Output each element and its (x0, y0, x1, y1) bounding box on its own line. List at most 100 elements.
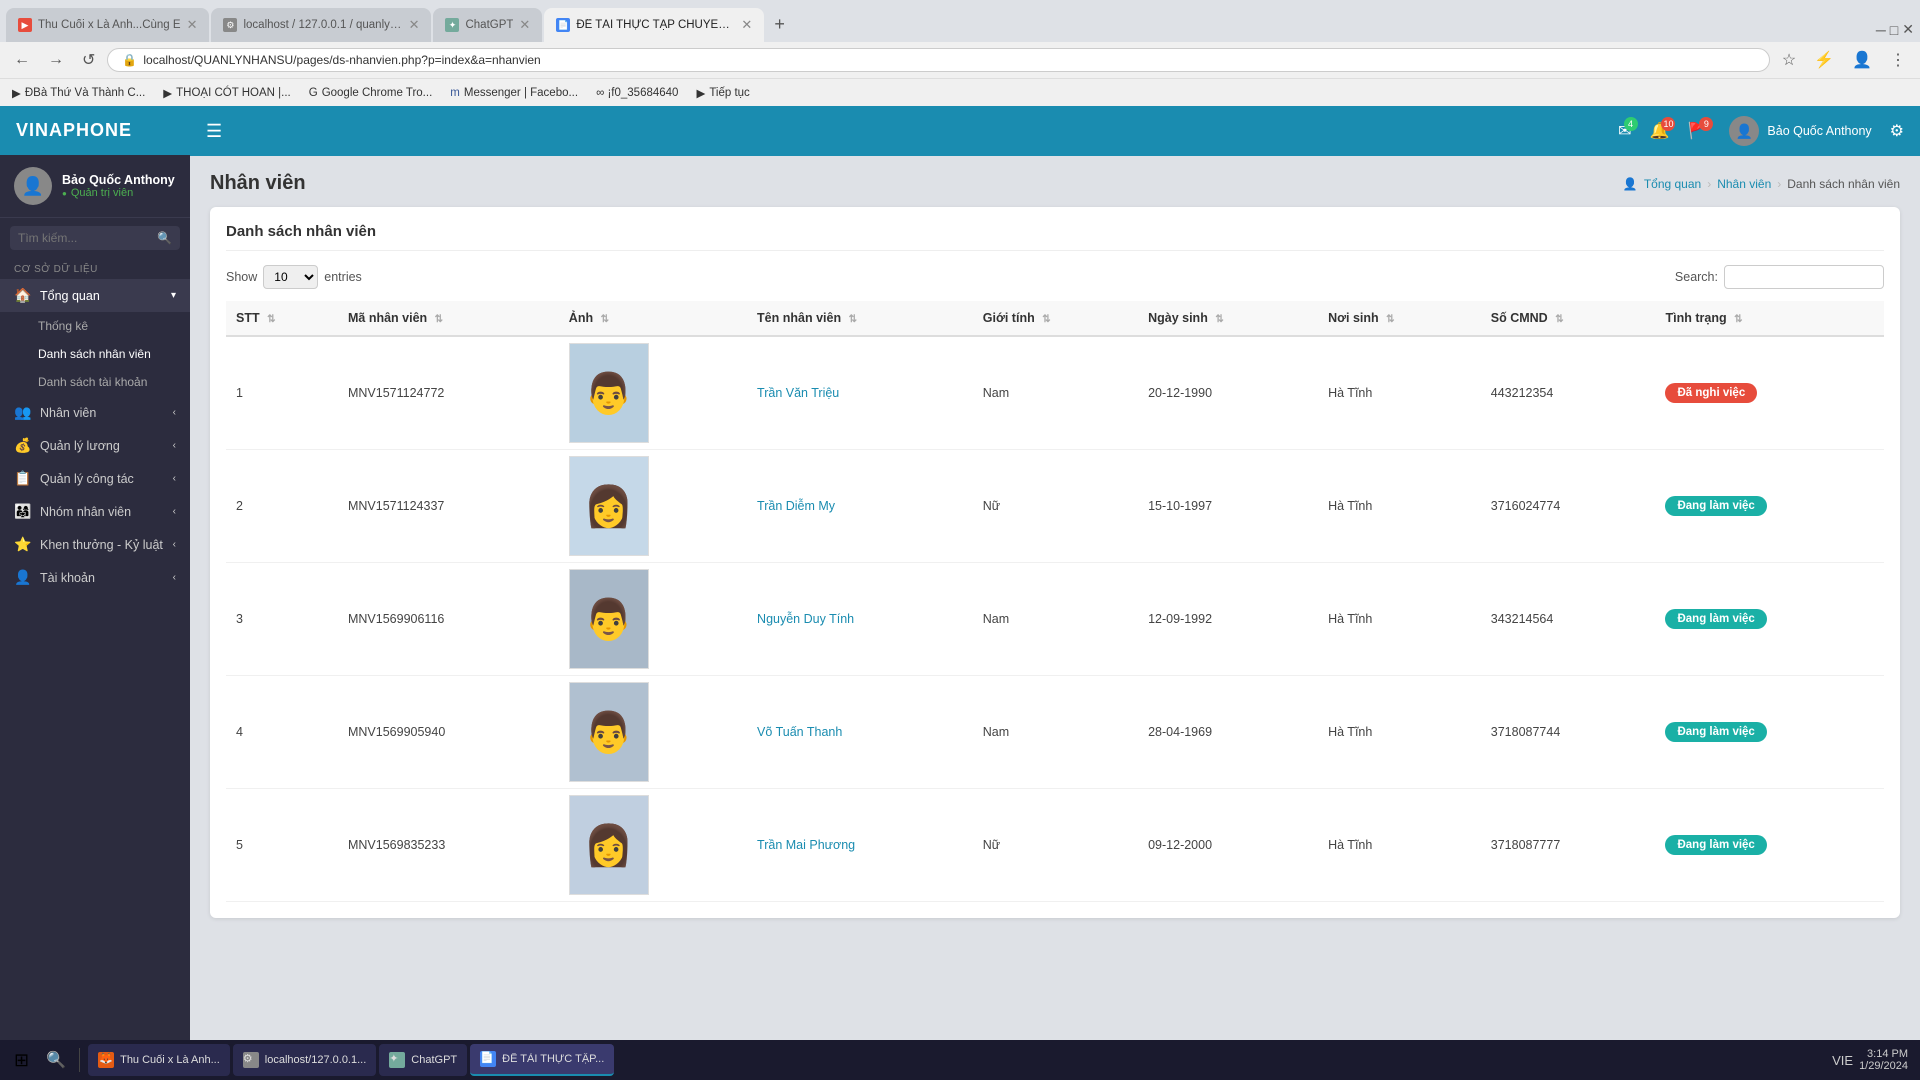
main-content: ☰ ✉ 4 🔔 10 🚩 9 👤 Bảo Quốc Anthony (190, 106, 1920, 1040)
photo-placeholder-icon-0: 👨 (584, 370, 634, 417)
back-button[interactable]: ← (8, 49, 36, 71)
bookmark-2[interactable]: ▶ THOẠI CÓT HOAN |... (159, 84, 294, 102)
mail-icon-button[interactable]: ✉ 4 (1618, 121, 1631, 141)
employee-name-link-1[interactable]: Trần Diễm My (757, 499, 835, 513)
employee-name-link-3[interactable]: Võ Tuấn Thanh (757, 725, 842, 739)
close-button[interactable]: ✕ (1902, 21, 1914, 38)
tab-close-4[interactable]: ✕ (741, 17, 752, 33)
status-badge-4: Đang làm việc (1665, 835, 1766, 855)
breadcrumb-home[interactable]: Tổng quan (1644, 177, 1701, 191)
col-gioitinh[interactable]: Giới tính ⇅ (973, 301, 1138, 336)
sidebar-item-nhomnhanvien[interactable]: 👨‍👩‍👧 Nhóm nhân viên ‹ (0, 495, 190, 528)
bookmark-3[interactable]: G Google Chrome Tro... (305, 85, 437, 101)
cell-stt-4: 5 (226, 789, 338, 902)
maximize-button[interactable]: □ (1890, 22, 1898, 38)
browser-tab-3[interactable]: ✦ ChatGPT ✕ (433, 8, 542, 42)
chrome-icon: 📄 (480, 1051, 496, 1067)
col-noisin[interactable]: Nơi sinh ⇅ (1318, 301, 1481, 336)
language-indicator[interactable]: VIE (1832, 1053, 1853, 1068)
tab-close-1[interactable]: ✕ (187, 17, 198, 33)
start-button[interactable]: ⊞ (6, 1046, 37, 1075)
bookmark-6[interactable]: ▶ Tiếp tục (692, 84, 753, 102)
sidebar-logo: VINAPHONE (0, 106, 190, 155)
sidebar-item-nhanvien[interactable]: 👥 Nhân viên ‹ (0, 396, 190, 429)
sidebar-item-tongquan[interactable]: 🏠 Tổng quan ▾ (0, 279, 190, 312)
entries-select[interactable]: 10 25 50 100 (263, 265, 318, 289)
sidebar-item-thongke[interactable]: Thống kê (0, 312, 190, 340)
browser-tab-1[interactable]: ▶ Thu Cuối x Là Anh...Cùng E ✕ (6, 8, 209, 42)
hamburger-icon[interactable]: ☰ (206, 121, 222, 142)
windows-icon: ⊞ (14, 1050, 29, 1071)
browser-menu-button[interactable]: ⋮ (1884, 48, 1912, 72)
breadcrumb-sep-1: › (1707, 177, 1711, 191)
bookmark-star-button[interactable]: ☆ (1776, 48, 1802, 72)
employee-name-link-0[interactable]: Trần Văn Triệu (757, 386, 839, 400)
employee-name-link-2[interactable]: Nguyễn Duy Tính (757, 612, 854, 626)
status-badge-2: Đang làm việc (1665, 609, 1766, 629)
flag-icon-button[interactable]: 🚩 9 (1687, 121, 1707, 141)
sidebar-sub-label-thongke: Thống kê (38, 319, 88, 333)
col-stt[interactable]: STT ⇅ (226, 301, 338, 336)
minimize-button[interactable]: ─ (1876, 22, 1886, 38)
tab-bar: ▶ Thu Cuối x Là Anh...Cùng E ✕ ⚙ localho… (0, 0, 1920, 42)
tab-close-3[interactable]: ✕ (519, 17, 530, 33)
taskbar-app-2[interactable]: ⚙ localhost/127.0.0.1... (233, 1044, 377, 1076)
sidebar-item-quanlyluong[interactable]: 💰 Quản lý lương ‹ (0, 429, 190, 462)
table-row: 3 MNV1569906116 👨 Nguyễn Duy Tính Nam 12… (226, 563, 1884, 676)
taskbar-app-chatgpt[interactable]: ✦ ChatGPT (379, 1044, 467, 1076)
col-manv[interactable]: Mã nhân viên ⇅ (338, 301, 559, 336)
table-row: 4 MNV1569905940 👨 Võ Tuấn Thanh Nam 28-0… (226, 676, 1884, 789)
bookmark-1[interactable]: ▶ ĐBà Thứ Và Thành C... (8, 84, 149, 102)
sidebar-item-label-tongquan: Tổng quan (40, 289, 100, 303)
browser-tab-4[interactable]: 📄 ĐỀ TÀI THỰC TẬP CHUYÊN NG... ✕ (544, 8, 764, 42)
bookmark-label-3: Google Chrome Tro... (322, 87, 433, 99)
address-bar-row: ← → ↺ 🔒 localhost/QUANLYNHANSU/pages/ds-… (0, 42, 1920, 78)
refresh-button[interactable]: ↺ (76, 48, 101, 72)
sidebar-item-dstaikhoan[interactable]: Danh sách tài khoản (0, 368, 190, 396)
breadcrumb: 👤 Tổng quan › Nhân viên › Danh sách nhân… (1623, 177, 1900, 191)
sidebar-item-khenthuong[interactable]: ⭐ Khen thưởng - Kỷ luật ‹ (0, 528, 190, 561)
address-bar[interactable]: 🔒 localhost/QUANLYNHANSU/pages/ds-nhanvi… (107, 48, 1769, 72)
col-tennv[interactable]: Tên nhân viên ⇅ (747, 301, 973, 336)
browser-tab-2[interactable]: ⚙ localhost / 127.0.0.1 / quanly_n ✕ (211, 8, 431, 42)
sidebar-section-label: CƠ SỞ DỮ LIỆU (0, 258, 190, 279)
bell-icon-button[interactable]: 🔔 10 (1650, 121, 1670, 141)
tab-close-2[interactable]: ✕ (409, 17, 420, 33)
taskbar-sys: VIE 3:14 PM 1/29/2024 (1832, 1048, 1914, 1072)
bookmark-4[interactable]: m Messenger | Facebo... (446, 85, 582, 101)
sidebar-item-dsnhanvien[interactable]: Danh sách nhân viên (0, 340, 190, 368)
topnav-username: Bảo Quốc Anthony (1767, 124, 1871, 138)
cell-gender-0: Nam (973, 336, 1138, 450)
status-badge-1: Đang làm việc (1665, 496, 1766, 516)
tab-favicon-3: ✦ (445, 18, 459, 32)
cell-status-1: Đang làm việc (1655, 450, 1884, 563)
tab-label-2: localhost / 127.0.0.1 / quanly_n (243, 19, 402, 31)
sidebar-item-quanlycongtac[interactable]: 📋 Quản lý công tác ‹ (0, 462, 190, 495)
col-anh[interactable]: Ảnh ⇅ (559, 301, 747, 336)
forward-button[interactable]: → (42, 49, 70, 71)
bookmark-label-6: Tiếp tục (709, 87, 749, 99)
taskbar-search-button[interactable]: 🔍 (41, 1045, 71, 1075)
col-ngaysinh[interactable]: Ngày sinh ⇅ (1138, 301, 1318, 336)
extensions-button[interactable]: ⚡ (1808, 48, 1840, 72)
search-control: Search: (1675, 265, 1884, 289)
col-cmnd[interactable]: Số CMND ⇅ (1481, 301, 1656, 336)
breadcrumb-nhanvien[interactable]: Nhân viên (1717, 177, 1771, 191)
bookmark-5[interactable]: ∞ ¡f0_35684640 (592, 85, 682, 101)
employee-name-link-4[interactable]: Trần Mai Phương (757, 838, 855, 852)
chevron-right-icon-congtac: ‹ (173, 473, 176, 484)
settings-icon-button[interactable]: ⚙ (1890, 121, 1904, 141)
cell-birthday-0: 20-12-1990 (1138, 336, 1318, 450)
search-input[interactable] (1724, 265, 1884, 289)
col-tinhtrang[interactable]: Tình trạng ⇅ (1655, 301, 1884, 336)
breadcrumb-sep-2: › (1777, 177, 1781, 191)
sidebar-item-taikhoan[interactable]: 👤 Tài khoản ‹ (0, 561, 190, 594)
profile-button[interactable]: 👤 (1846, 48, 1878, 72)
chevron-right-icon-taikhoan: ‹ (173, 572, 176, 583)
sidebar-search-input[interactable] (10, 226, 180, 250)
cell-birthplace-0: Hà Tĩnh (1318, 336, 1481, 450)
taskbar-app-firefox[interactable]: 🦊 Thu Cuối x Là Anh... (88, 1044, 230, 1076)
new-tab-button[interactable]: + (766, 10, 793, 39)
taskbar-app-active[interactable]: 📄 ĐỀ TÀI THỰC TẬP... (470, 1044, 614, 1076)
topnav-user[interactable]: 👤 Bảo Quốc Anthony (1729, 116, 1871, 146)
